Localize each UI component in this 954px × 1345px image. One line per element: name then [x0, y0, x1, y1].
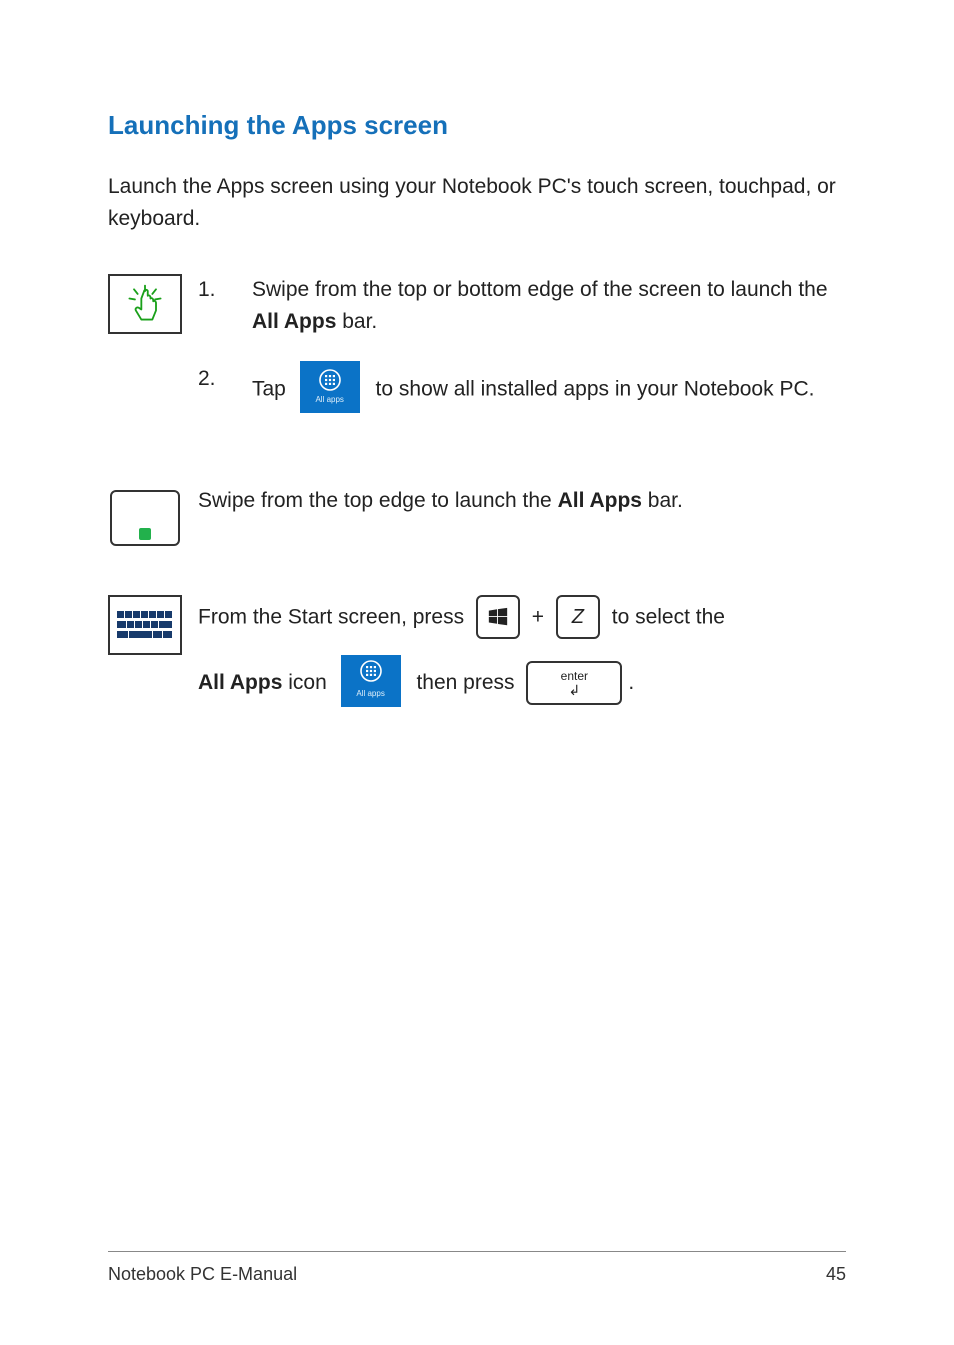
step2-text-a: Tap: [252, 377, 286, 400]
touchpad-icon: [108, 485, 182, 551]
intro-text: Launch the Apps screen using your Notebo…: [108, 171, 846, 234]
kb-line1-b: to select the: [612, 605, 725, 628]
all-apps-sublabel: All apps: [315, 394, 343, 406]
step1-bold: All Apps: [252, 310, 336, 333]
kb-plus: +: [532, 605, 544, 628]
touch-icon: [108, 274, 182, 334]
all-apps-sublabel-2: All apps: [356, 685, 384, 703]
windows-key-icon: [476, 595, 520, 639]
touchpad-row: Swipe from the top edge to launch the Al…: [108, 485, 846, 551]
page-footer: Notebook PC E-Manual 45: [108, 1251, 846, 1285]
kb-line1-a: From the Start screen, press: [198, 605, 464, 628]
enter-key-label: enter: [561, 670, 588, 682]
enter-arrow-icon: ↲: [568, 683, 580, 697]
step2-number: 2.: [198, 363, 252, 395]
touchpad-bold: All Apps: [558, 489, 642, 512]
touchpad-text-a: Swipe from the top edge to launch the: [198, 489, 558, 512]
kb-line2-b: then press: [416, 671, 514, 694]
step1-text-a: Swipe from the top or bottom edge of the…: [252, 278, 828, 301]
page-heading: Launching the Apps screen: [108, 110, 846, 141]
step2-text-b: to show all installed apps in your Noteb…: [376, 377, 815, 400]
touchpad-text-b: bar.: [642, 489, 683, 512]
step1-number: 1.: [198, 274, 252, 306]
keyboard-row: From the Start screen, press + Z to sele…: [108, 595, 846, 709]
footer-page-number: 45: [826, 1264, 846, 1285]
enter-key-icon: enter ↲: [526, 661, 622, 705]
keyboard-icon: [108, 595, 182, 655]
kb-period: .: [628, 671, 634, 694]
footer-title: Notebook PC E-Manual: [108, 1264, 297, 1285]
kb-line2-a: icon: [282, 671, 326, 694]
all-apps-tile-icon-2: All apps: [341, 655, 401, 707]
kb-line2-bold: All Apps: [198, 671, 282, 694]
z-key-icon: Z: [556, 595, 600, 639]
step1-text-b: bar.: [336, 310, 377, 333]
all-apps-tile-icon: All apps: [300, 361, 360, 413]
touch-row: 1. Swipe from the top or bottom edge of …: [108, 274, 846, 441]
